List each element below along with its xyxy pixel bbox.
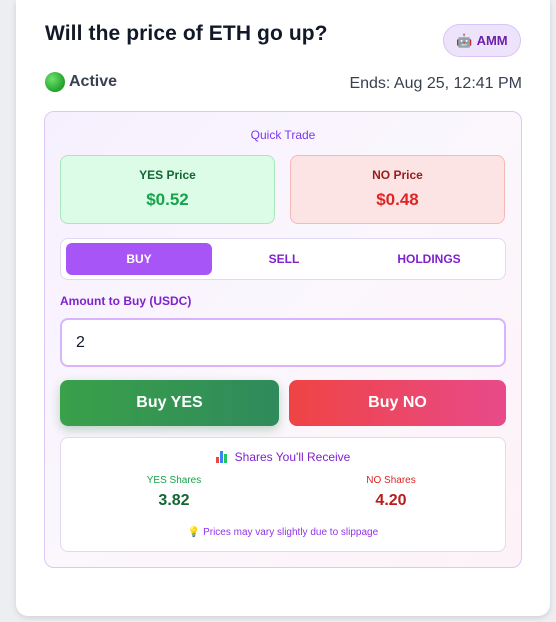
yes-shares-value: 3.82 [158,492,190,509]
market-question: Will the price of ETH go up? [45,22,328,45]
amm-badge-label: AMM [476,33,508,48]
robot-icon: 🤖 [456,32,473,48]
no-price-card: NO Price $0.48 [290,155,505,224]
amm-badge: 🤖 AMM [443,24,521,57]
slippage-note: 💡 Prices may vary slightly due to slippa… [61,527,505,538]
amount-input[interactable] [60,318,506,367]
trade-tabs: BUY SELL HOLDINGS [60,238,506,280]
shares-receive-title-text: Shares You'll Receive [234,450,351,464]
yes-price-card: YES Price $0.52 [60,155,275,224]
market-status: Active [45,72,117,92]
no-price-label: NO Price [372,168,423,182]
status-label: Active [69,73,118,90]
green-circle-icon [45,72,65,92]
tab-holdings[interactable]: HOLDINGS [356,243,502,275]
bar-chart-icon [215,451,229,463]
no-price-value: $0.48 [376,190,419,209]
end-time: Ends: Aug 25, 12:41 PM [349,75,522,92]
buy-yes-button[interactable]: Buy YES [60,380,279,426]
tab-sell[interactable]: SELL [211,243,357,275]
lightbulb-icon: 💡 [187,527,201,538]
no-shares: NO Shares 4.20 [291,475,491,510]
yes-price-value: $0.52 [146,190,189,209]
no-shares-label: NO Shares [366,475,416,486]
yes-shares: YES Shares 3.82 [74,475,274,510]
quick-trade-panel: Quick Trade YES Price $0.52 NO Price $0.… [44,111,522,568]
shares-receive-title: Shares You'll Receive [61,450,505,464]
yes-price-label: YES Price [139,168,196,182]
tab-buy[interactable]: BUY [66,243,212,275]
slippage-note-text: Prices may vary slightly due to slippage [203,527,379,538]
no-shares-value: 4.20 [375,492,407,509]
quick-trade-title: Quick Trade [250,128,316,142]
yes-shares-label: YES Shares [146,475,202,486]
shares-receive-box: Shares You'll Receive YES Shares 3.82 NO… [60,437,506,552]
buy-no-button[interactable]: Buy NO [289,380,506,426]
amount-label: Amount to Buy (USDC) [60,294,192,308]
